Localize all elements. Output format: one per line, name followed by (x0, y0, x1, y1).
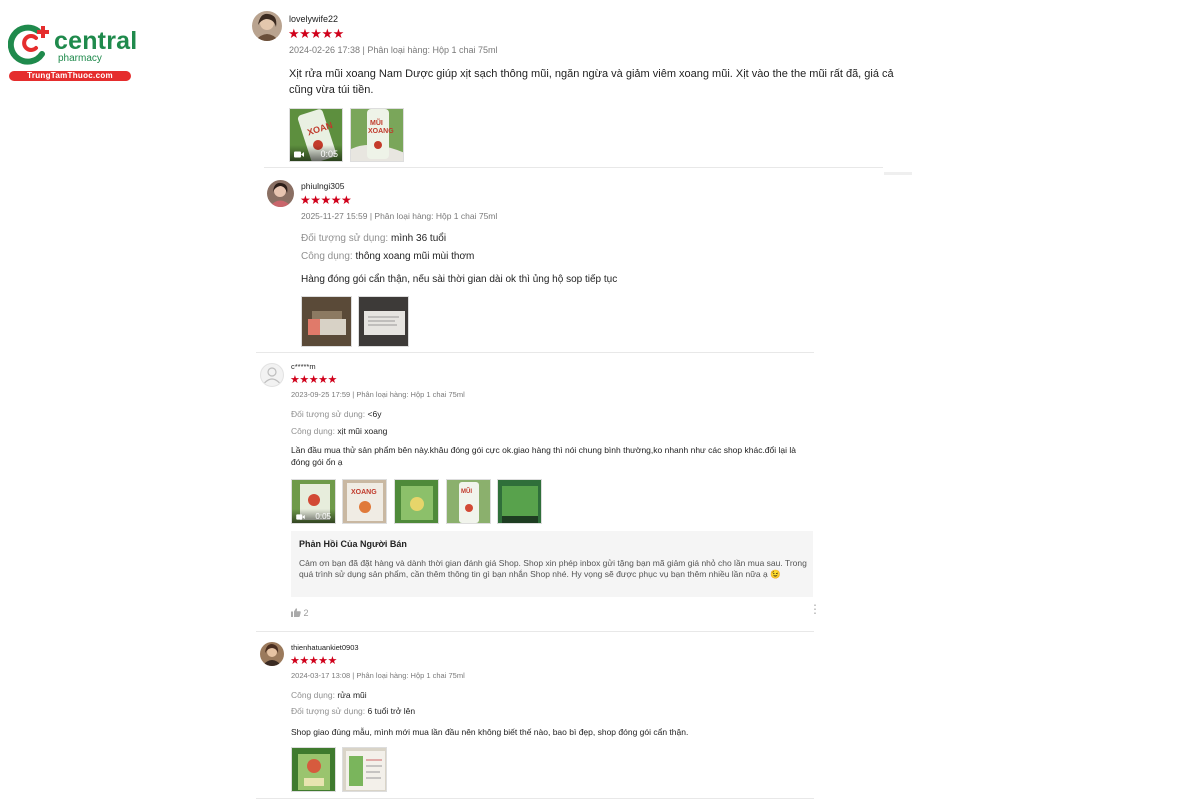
review-image-thumbnail[interactable]: MŨI (446, 479, 491, 524)
avatar[interactable] (260, 642, 284, 666)
review-image-thumbnail[interactable]: MŨI XOANG (350, 108, 404, 162)
attribute-value: rửa mũi (337, 690, 367, 700)
user-photo-icon (260, 642, 284, 666)
central-pharmacy-logo[interactable]: central pharmacy TrungTamThuoc.com (6, 22, 137, 84)
rating-stars: ★★★★★ (290, 655, 337, 667)
avatar[interactable] (260, 363, 284, 387)
avatar[interactable] (267, 180, 294, 207)
attribute-value: thông xoang mũi mùi thơm (355, 251, 475, 262)
product-photo-icon (292, 748, 335, 791)
review-video-thumbnail[interactable]: 0:05 (291, 479, 336, 524)
video-camera-icon (296, 514, 305, 520)
review-image-thumbnail[interactable] (497, 479, 542, 524)
review-meta: 2023-09-25 17:59 | Phân loại hàng: Hộp 1… (291, 390, 465, 399)
review-image-thumbnail[interactable]: XOANG (342, 479, 387, 524)
review-attribute: Công dụng: rửa mũi (291, 690, 367, 700)
like-count: 2 (303, 608, 309, 618)
review-attribute: Đối tượng sử dụng: 6 tuổi trở lên (291, 706, 415, 716)
attribute-value: <6y (367, 409, 382, 419)
review-attribute: Công dụng: xịt mũi xoang (291, 426, 387, 436)
product-photo-icon: MŨI XOANG (351, 109, 403, 161)
review-username[interactable]: lovelywife22 (289, 14, 338, 24)
user-photo-icon (267, 180, 294, 207)
default-user-icon (264, 367, 280, 384)
review-divider (264, 167, 883, 168)
attribute-value: mình 36 tuổi (391, 233, 447, 244)
attribute-label: Đối tượng sử dụng: (291, 409, 366, 419)
logo-sub-text: pharmacy (58, 53, 102, 64)
review-attribute: Đối tượng sử dụng: <6y (291, 409, 381, 419)
product-photo-icon (498, 480, 541, 523)
review-image-thumbnail[interactable] (291, 747, 336, 792)
review-attribute: Đối tượng sử dụng: mình 36 tuổi (301, 233, 446, 244)
seller-reply-body: Cảm ơn bạn đã đặt hàng và dành thời gian… (299, 558, 807, 580)
review-divider (256, 798, 814, 799)
review-attribute: Công dụng: thông xoang mũi mùi thơm (301, 251, 474, 262)
review-comment: Shop giao đúng mẫu, mình mới mua lần đầu… (291, 727, 689, 737)
svg-text:MŨI: MŨI (370, 118, 383, 127)
review-image-thumbnail[interactable] (301, 296, 352, 347)
review-divider (256, 631, 814, 632)
review-comment: Xịt rửa mũi xoang Nam Dược giúp xịt sạch… (289, 68, 894, 96)
review-image-thumbnail[interactable] (394, 479, 439, 524)
attribute-value: xịt mũi xoang (337, 426, 388, 436)
review-divider (256, 352, 814, 353)
like-button[interactable]: 2 (291, 608, 309, 618)
video-duration: 0:05 (320, 149, 338, 159)
logo-site-text: TrungTamThuoc.com (9, 71, 131, 81)
review-meta: 2024-02-26 17:38 | Phân loại hàng: Hộp 1… (289, 45, 498, 55)
seller-reply: Phản Hồi Của Người Bán Cảm ơn bạn đã đặt… (291, 531, 813, 597)
review-meta: 2024-03-17 13:08 | Phân loại hàng: Hộp 1… (291, 671, 465, 680)
attribute-label: Công dụng: (291, 690, 335, 700)
attribute-value: 6 tuổi trở lên (367, 706, 416, 716)
rating-stars: ★★★★★ (288, 26, 344, 41)
review-username[interactable]: c*****m (291, 362, 316, 371)
more-options-icon[interactable]: ⋮ (809, 603, 821, 615)
package-photo-icon (359, 297, 408, 346)
seller-reply-title: Phản Hồi Của Người Bán (299, 539, 407, 549)
review-comment: Lần đầu mua thử sản phẩm bên này.khâu đó… (291, 445, 796, 468)
review-meta: 2025-11-27 15:59 | Phân loại hàng: Hộp 1… (301, 211, 498, 221)
review-divider (884, 172, 912, 175)
svg-text:MŨI: MŨI (461, 488, 472, 495)
review-image-thumbnail[interactable] (358, 296, 409, 347)
product-photo-icon: MŨI (447, 480, 490, 523)
thumbs-up-icon (291, 608, 301, 617)
review-username[interactable]: phiulngi305 (301, 181, 344, 191)
attribute-label: Công dụng: (301, 251, 353, 262)
rating-stars: ★★★★★ (290, 374, 337, 386)
review-comment: Hàng đóng gói cẩn thận, nếu sài thời gia… (301, 274, 618, 285)
product-photo-icon: XOANG (343, 480, 386, 523)
logo-brand-text: central (54, 27, 138, 55)
package-photo-icon (302, 297, 351, 346)
svg-text:XOANG: XOANG (351, 489, 377, 496)
review-video-thumbnail[interactable]: XOAN 0:05 (289, 108, 343, 162)
attribute-label: Đối tượng sử dụng: (291, 706, 366, 716)
svg-text:XOANG: XOANG (368, 128, 394, 135)
video-duration: 0:05 (315, 512, 331, 521)
rating-stars: ★★★★★ (300, 193, 352, 207)
review-image-thumbnail[interactable] (342, 747, 387, 792)
attribute-label: Công dụng: (291, 426, 335, 436)
video-camera-icon (294, 151, 304, 158)
product-photo-icon (395, 480, 438, 523)
user-photo-icon (252, 11, 282, 41)
product-photo-icon (343, 748, 386, 791)
avatar[interactable] (252, 11, 282, 41)
logo-mark-icon (8, 24, 49, 65)
review-username[interactable]: thienhatuankiet0903 (291, 643, 359, 652)
attribute-label: Đối tượng sử dụng: (301, 233, 389, 244)
